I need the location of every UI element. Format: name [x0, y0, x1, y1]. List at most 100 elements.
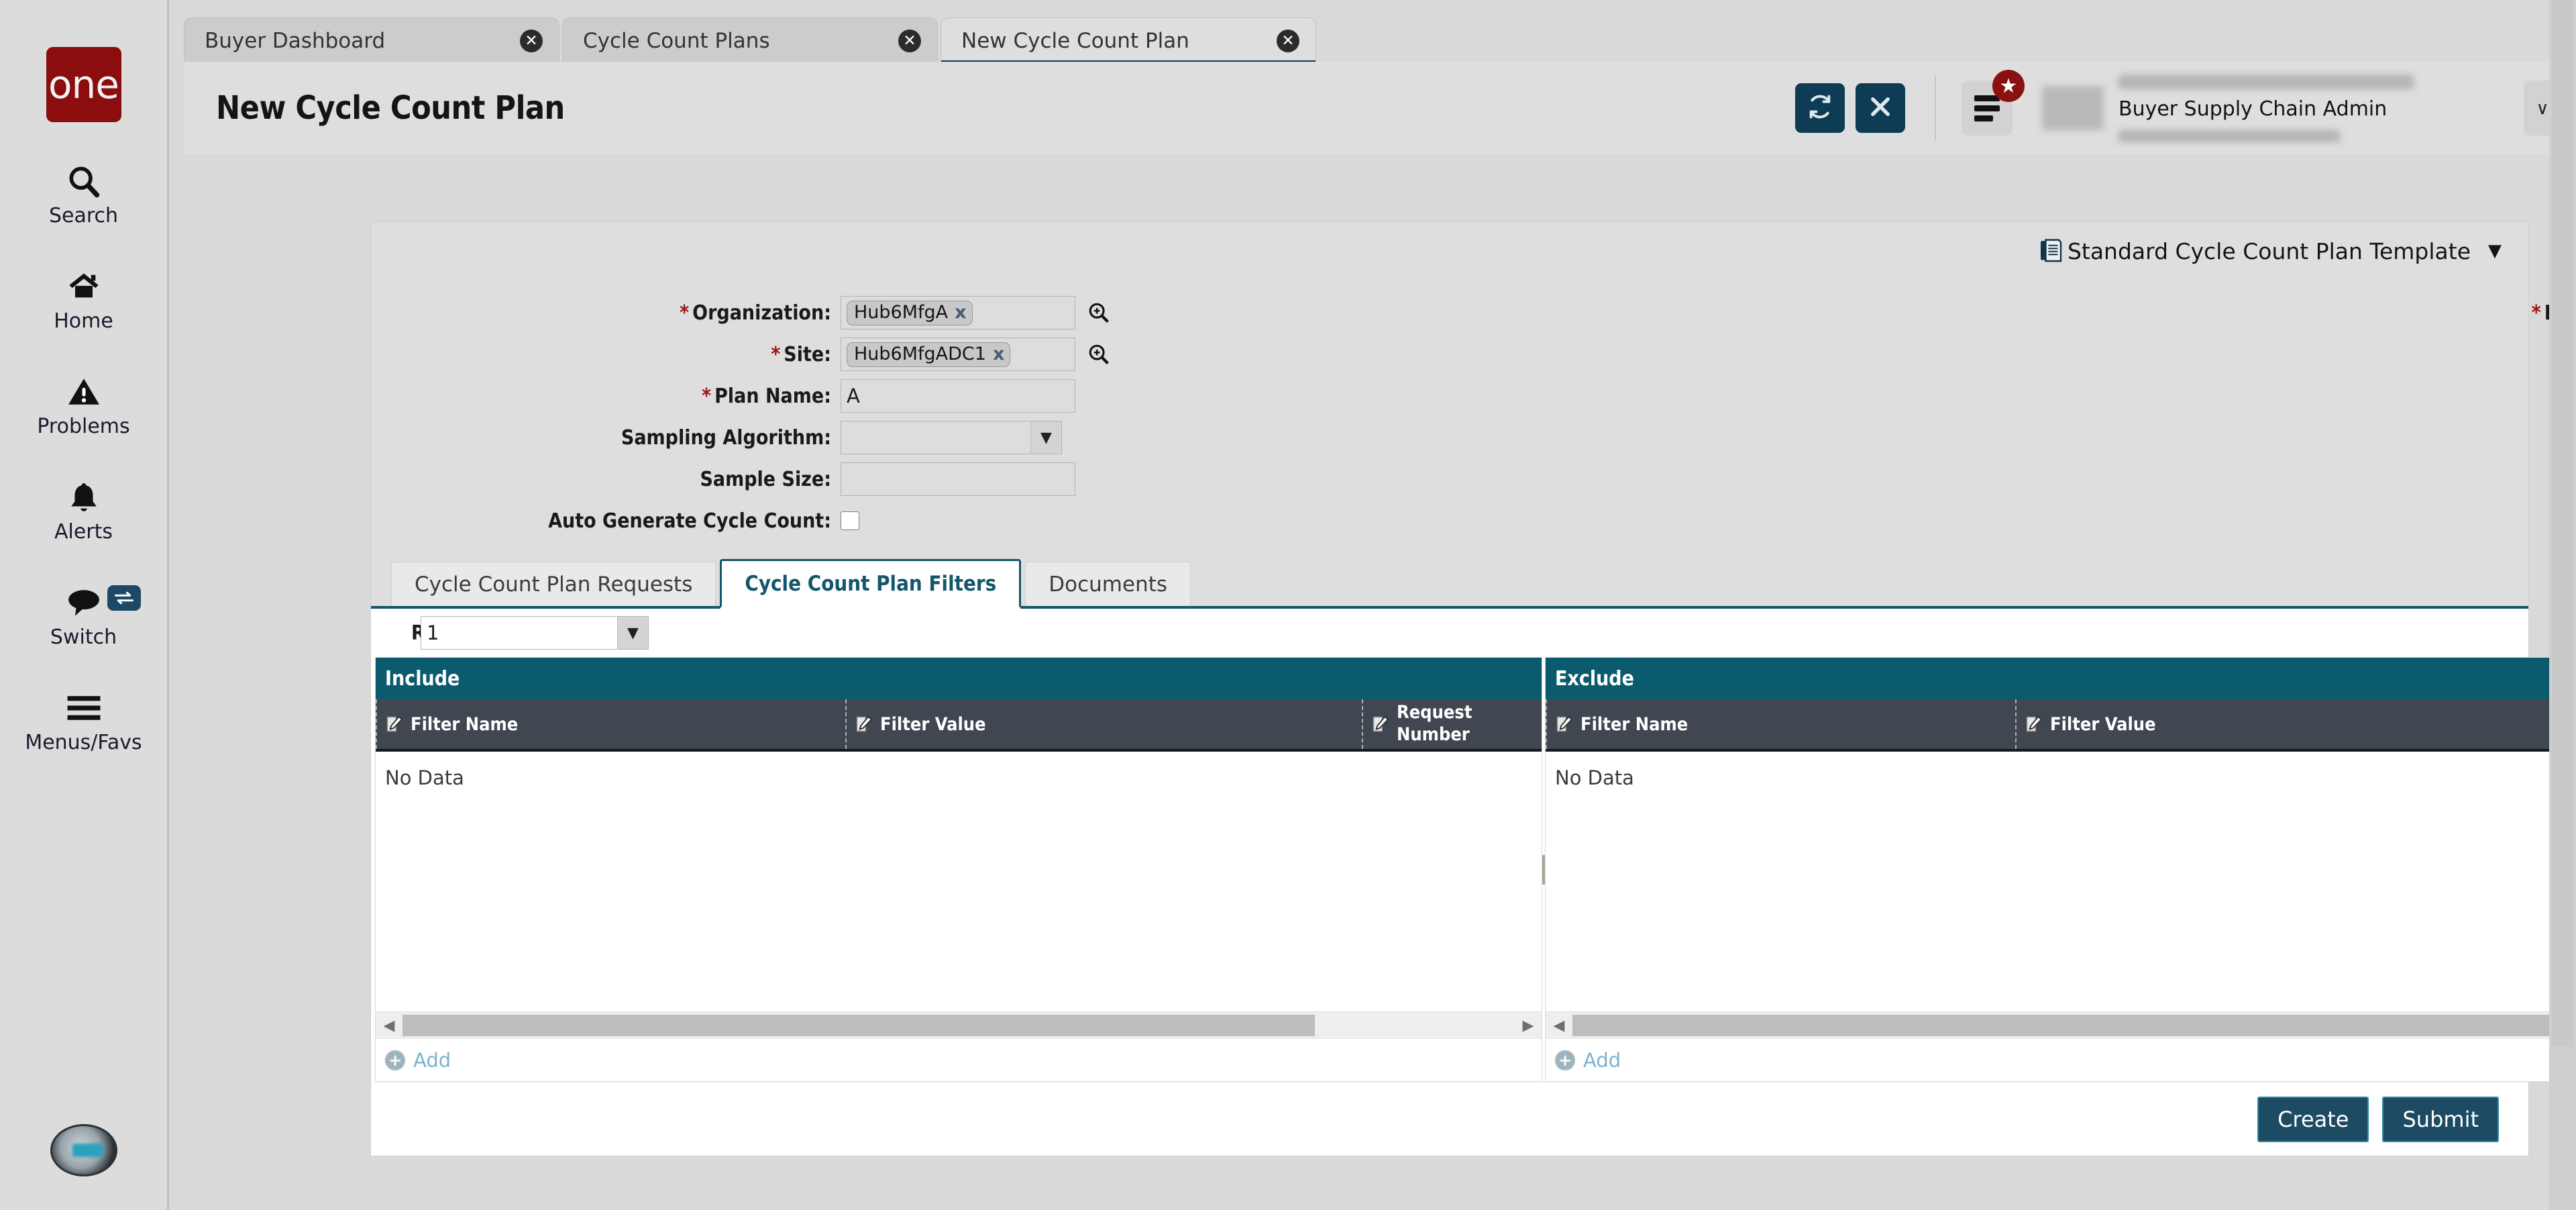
- required-marker: *: [680, 301, 689, 325]
- column-header-label: Request Number: [1397, 702, 1472, 746]
- edit-icon: [1371, 715, 1390, 734]
- request-value: 1: [427, 621, 617, 644]
- field-organization: *Organization: Hub6MfgA x: [371, 292, 1110, 334]
- field-label: Sample Size:: [371, 468, 841, 491]
- sidebar-item-home[interactable]: Home: [0, 268, 167, 333]
- scroll-track[interactable]: [402, 1012, 1515, 1039]
- window-tab-new-cycle-count-plan[interactable]: New Cycle Count Plan ✕: [941, 17, 1316, 63]
- close-icon[interactable]: ✕: [898, 30, 921, 52]
- exclude-empty-text: No Data: [1546, 752, 2576, 789]
- sidebar-item-chats[interactable]: Switch: [0, 584, 167, 649]
- sidebar-item-label: Problems: [37, 415, 129, 438]
- field-sampling-algorithm: Sampling Algorithm: ▼: [371, 417, 1110, 458]
- tab-cycle-count-plan-requests[interactable]: Cycle Count Plan Requests: [391, 562, 716, 606]
- exclude-horizontal-scrollbar[interactable]: ◀ ▶: [1546, 1011, 2576, 1038]
- exclude-grid-header: Filter Name Filter Value: [1546, 699, 2576, 752]
- scroll-thumb[interactable]: [402, 1015, 1315, 1036]
- column-header-filter-name[interactable]: Filter Name: [1546, 699, 2015, 749]
- create-button[interactable]: Create: [2257, 1097, 2369, 1142]
- chevron-down-icon[interactable]: ▼: [617, 617, 648, 649]
- close-icon[interactable]: ✕: [520, 30, 543, 52]
- document-template-icon: [2039, 239, 2062, 263]
- field-label: Auto Generate Cycle Count:: [371, 509, 841, 533]
- create-label: Create: [2277, 1107, 2349, 1132]
- scroll-right-icon[interactable]: ▶: [1515, 1012, 1542, 1039]
- chevron-down-icon[interactable]: ▼: [1030, 421, 1061, 454]
- request-select[interactable]: 1 ▼: [421, 616, 649, 650]
- refresh-button[interactable]: [1795, 83, 1845, 133]
- page-scrollbar[interactable]: [2549, 0, 2576, 1210]
- column-header-label: Filter Name: [1580, 714, 1688, 735]
- form-area: *Organization: Hub6MfgA x *Site:: [371, 280, 2528, 548]
- close-page-button[interactable]: [1856, 83, 1905, 133]
- field-plan-name: *Plan Name: A: [371, 375, 1110, 417]
- include-add-button[interactable]: + Add: [385, 1049, 451, 1072]
- required-marker: *: [2532, 301, 2541, 325]
- column-header-line1: Request: [1397, 702, 1472, 723]
- column-header-filter-value[interactable]: Filter Value: [2015, 699, 2576, 749]
- label-text: Plan Name: [714, 385, 824, 408]
- required-marker: *: [771, 343, 780, 366]
- tab-label: Documents: [1049, 572, 1167, 597]
- template-selector[interactable]: Standard Cycle Count Plan Template ▼: [2039, 238, 2502, 264]
- field-planned-date: Planned Date: Jul 21, 2022: [1110, 334, 2576, 375]
- close-icon[interactable]: ✕: [1277, 30, 1299, 52]
- tab-documents[interactable]: Documents: [1025, 562, 1191, 606]
- chip-remove-icon[interactable]: x: [993, 344, 1004, 364]
- user-info[interactable]: Buyer Supply Chain Admin: [2118, 74, 2501, 142]
- column-header-filter-value[interactable]: Filter Value: [845, 699, 1362, 749]
- window-tab-cycle-count-plans[interactable]: Cycle Count Plans ✕: [562, 17, 938, 63]
- avatar[interactable]: [2042, 86, 2104, 130]
- sampling-algorithm-select[interactable]: ▼: [841, 421, 1062, 454]
- plan-name-value: A: [847, 385, 860, 407]
- sidebar-item-menus-favs[interactable]: Menus/Favs: [0, 689, 167, 754]
- chat-icon: [65, 584, 103, 621]
- warning-icon: [66, 373, 102, 411]
- chip-site[interactable]: Hub6MfgADC1 x: [847, 342, 1010, 367]
- tab-label: Cycle Count Plan Requests: [415, 572, 692, 597]
- edit-icon: [2025, 715, 2043, 734]
- site-search-icon[interactable]: [1087, 343, 1110, 366]
- field-site: *Site: Hub6MfgADC1 x: [371, 334, 1110, 375]
- sidebar-item-search[interactable]: Search: [0, 162, 167, 228]
- scroll-left-icon[interactable]: ◀: [1546, 1012, 1572, 1039]
- sample-size-input[interactable]: [841, 462, 1075, 496]
- submit-button[interactable]: Submit: [2382, 1097, 2499, 1142]
- scroll-track[interactable]: [1572, 1012, 2576, 1039]
- user-avatar-bottom[interactable]: [50, 1124, 117, 1176]
- sidebar-item-problems[interactable]: Problems: [0, 373, 167, 438]
- scroll-thumb[interactable]: [1572, 1015, 2576, 1036]
- app-logo-text: one: [48, 62, 119, 107]
- add-label: Add: [413, 1049, 451, 1072]
- window-tab-buyer-dashboard[interactable]: Buyer Dashboard ✕: [184, 17, 559, 63]
- sidebar-item-label: Switch: [50, 625, 117, 649]
- exclude-add-button[interactable]: + Add: [1555, 1049, 1621, 1072]
- page-header: New Cycle Count Plan ★ Buyer Supply: [184, 62, 2561, 154]
- column-header-request-number[interactable]: Request Number: [1362, 699, 1542, 749]
- include-horizontal-scrollbar[interactable]: ◀ ▶: [376, 1011, 1542, 1038]
- plan-name-input[interactable]: A: [841, 379, 1075, 413]
- chevron-down-icon: ▼: [2488, 241, 2502, 261]
- page-scroll-thumb[interactable]: [2552, 0, 2573, 1047]
- field-label: Schedule Offset:: [1110, 385, 2576, 408]
- organization-search-icon[interactable]: [1087, 301, 1110, 324]
- site-input[interactable]: Hub6MfgADC1 x: [841, 338, 1075, 371]
- menu-favorites-button[interactable]: ★: [1962, 81, 2012, 136]
- tab-cycle-count-plan-filters[interactable]: Cycle Count Plan Filters: [720, 559, 1021, 609]
- column-header-line2: Number: [1397, 724, 1470, 745]
- auto-generate-cycle-count-checkbox[interactable]: [841, 511, 859, 530]
- chip-remove-icon[interactable]: x: [955, 302, 966, 323]
- organization-input[interactable]: Hub6MfgA x: [841, 296, 1075, 330]
- form-footer: Create Submit: [371, 1082, 2528, 1156]
- app-logo[interactable]: one: [46, 47, 121, 122]
- chip-organization[interactable]: Hub6MfgA x: [847, 301, 973, 325]
- form-left-column: *Organization: Hub6MfgA x *Site:: [371, 292, 1110, 542]
- switch-toggle-badge[interactable]: [107, 585, 141, 611]
- sidebar-item-alerts[interactable]: Alerts: [0, 478, 167, 544]
- header-actions: ★ Buyer Supply Chain Admin ∨: [1795, 62, 2561, 154]
- field-schedule-offset: Schedule Offset:: [1110, 375, 2576, 417]
- window-tab-strip: Buyer Dashboard ✕ Cycle Count Plans ✕ Ne…: [169, 15, 1319, 63]
- edit-icon: [1555, 715, 1574, 734]
- column-header-filter-name[interactable]: Filter Name: [376, 699, 845, 749]
- scroll-left-icon[interactable]: ◀: [376, 1012, 402, 1039]
